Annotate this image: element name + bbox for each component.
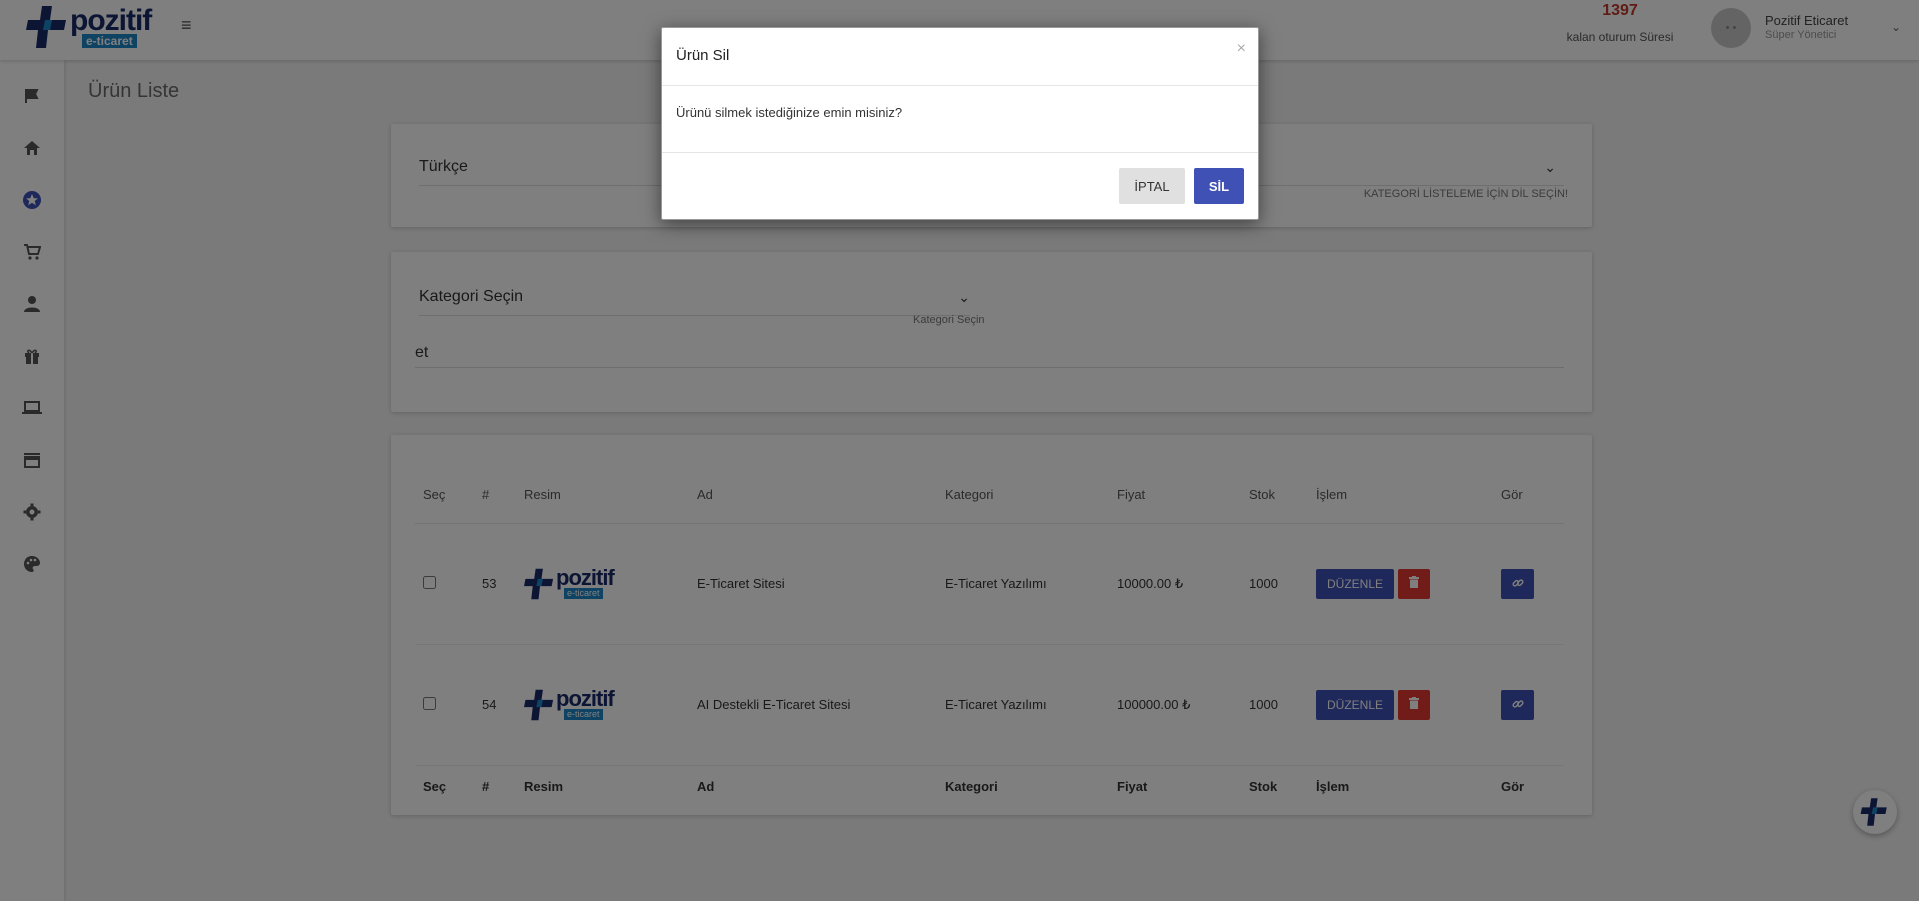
close-icon[interactable]: ×: [1237, 40, 1246, 58]
delete-product-modal: Ürün Sil × Ürünü silmek istediğinize emi…: [661, 27, 1259, 220]
modal-header: Ürün Sil ×: [662, 28, 1258, 86]
modal-title: Ürün Sil: [676, 47, 730, 64]
confirm-delete-button[interactable]: SİL: [1194, 168, 1244, 204]
cancel-button[interactable]: İPTAL: [1119, 168, 1185, 204]
modal-footer: İPTAL SİL: [662, 152, 1258, 220]
modal-message: Ürünü silmek istediğinize emin misiniz?: [676, 105, 903, 120]
